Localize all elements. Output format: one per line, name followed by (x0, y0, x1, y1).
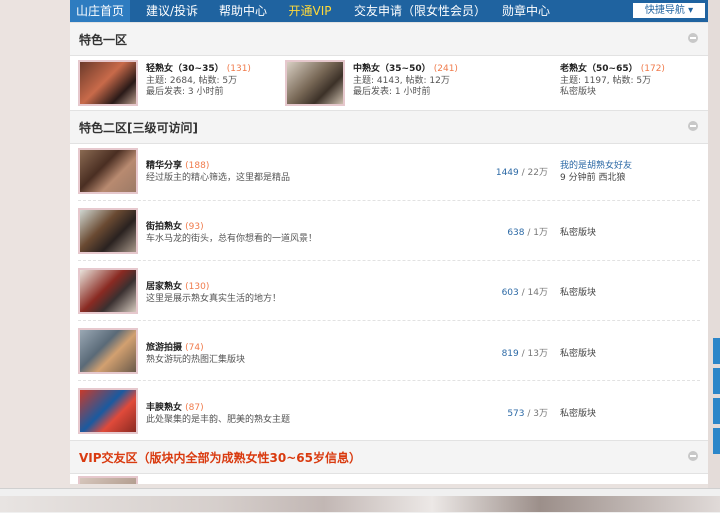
collapse-icon[interactable] (688, 121, 698, 131)
last-post-info: 私密版块 (560, 288, 597, 298)
forum-thumbnail[interactable] (78, 208, 138, 254)
collapse-icon[interactable] (688, 451, 698, 461)
taskbar-preview-strip (0, 496, 720, 512)
section-header-3[interactable]: VIP交友区（版块内全部为成熟女性30~65岁信息） (70, 440, 708, 474)
forum-thumbnail[interactable] (78, 476, 138, 484)
nav-vip[interactable]: 开通VIP (280, 0, 340, 22)
nav-help[interactable]: 帮助中心 (212, 0, 274, 22)
top-nav-bar: 山庄首页 建议/投诉 帮助中心 开通VIP 交友申请（限女性会员） 勋章中心 快… (70, 0, 708, 22)
quick-nav-button[interactable]: 快捷导航 ▾ (633, 3, 705, 18)
forum-last-post: 最后发表: 1 小时前 (353, 87, 431, 97)
forum-post-stats: 638 / 1万 (507, 228, 548, 238)
nav-dating-apply[interactable]: 交友申请（限女性会员） (350, 0, 490, 22)
forum-description: 车水马龙的街头，总有你想看的一道风景！ (146, 234, 318, 244)
row-divider (78, 260, 700, 261)
side-float-tab-3[interactable] (713, 398, 720, 424)
row-divider (78, 380, 700, 381)
forum-thumbnail[interactable] (78, 148, 138, 194)
last-post-info: 私密版块 (560, 349, 597, 359)
forum-description: 这里是展示熟女真实生活的地方！ (146, 294, 282, 304)
page-background-left (0, 0, 70, 512)
collapse-icon[interactable] (688, 33, 698, 43)
forum-post-stats: 819 / 13万 (501, 349, 548, 359)
nav-feedback[interactable]: 建议/投诉 (138, 0, 206, 22)
last-post-info: 9 分钟前 西北狼 (560, 173, 626, 183)
row-divider (78, 200, 700, 201)
forum-post-stats: 573 / 3万 (507, 409, 548, 419)
forum-post-stats: 1449 / 22万 (495, 168, 548, 178)
forum-thumbnail[interactable] (78, 60, 138, 106)
forum-description: 经过版主的精心筛选，这里都是精品 (146, 173, 291, 183)
last-post-info: 私密版块 (560, 409, 597, 419)
row-divider (78, 320, 700, 321)
forum-thumbnail[interactable] (78, 268, 138, 314)
side-float-tab-2[interactable] (713, 368, 720, 394)
side-float-tab-1[interactable] (713, 338, 720, 364)
nav-medals[interactable]: 勋章中心 (495, 0, 557, 22)
section-title-1: 特色一区 (79, 33, 128, 47)
side-float-tab-4[interactable] (713, 428, 720, 454)
forum-thumbnail[interactable] (285, 60, 345, 106)
forum-thumbnail[interactable] (78, 388, 138, 434)
section-header-2[interactable]: 特色二区[三级可访问] (70, 110, 708, 144)
section-header-1[interactable]: 特色一区 (70, 22, 708, 56)
forum-last-post: 私密版块 (560, 87, 597, 97)
last-post-info: 私密版块 (560, 228, 597, 238)
nav-home[interactable]: 山庄首页 (70, 0, 130, 22)
forum-panel: 特色一区 轻熟女（30~35） (131) 主题: 2684, 帖数: 5万 最… (70, 22, 708, 484)
section-title-3: VIP交友区（版块内全部为成熟女性30~65岁信息） (79, 451, 362, 465)
forum-thumbnail[interactable] (78, 328, 138, 374)
forum-last-post: 最后发表: 3 小时前 (146, 87, 224, 97)
forum-description: 熟女游玩的热图汇集版块 (146, 355, 246, 365)
section-title-2: 特色二区[三级可访问] (79, 121, 198, 135)
forum-description: 此处聚集的是丰韵、肥美的熟女主题 (146, 415, 291, 425)
forum-post-stats: 603 / 14万 (501, 288, 548, 298)
